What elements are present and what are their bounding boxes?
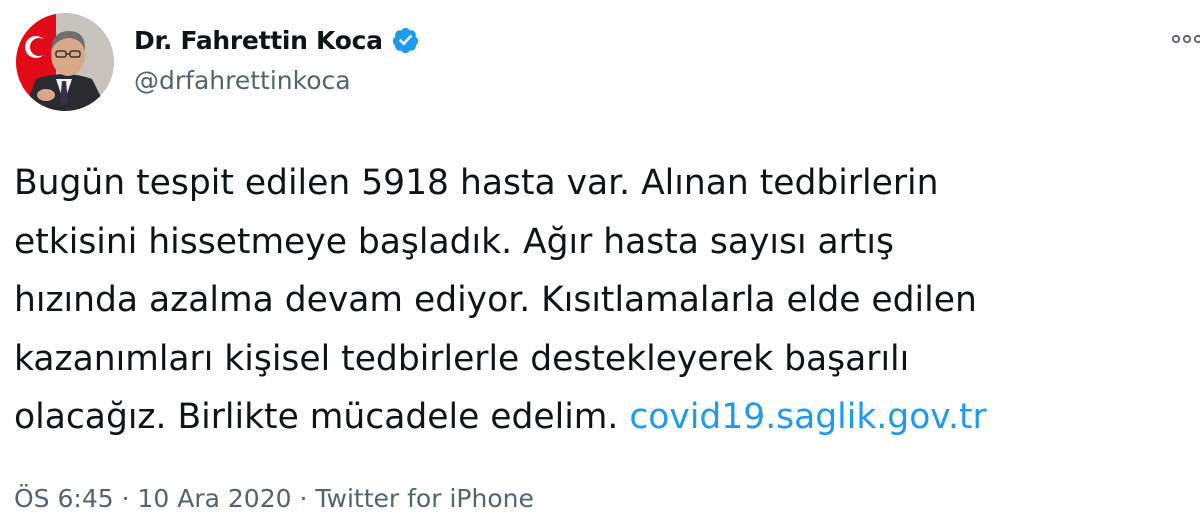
tweet-text-line: hızında azalma devam ediyor. Kısıtlamala…	[14, 280, 977, 320]
tweet-card: Dr. Fahrettin Koca @drfahrettinkoca Bugü…	[0, 0, 1200, 527]
tweet-source[interactable]: Twitter for iPhone	[315, 484, 533, 513]
author-name-row: Dr. Fahrettin Koca	[134, 26, 420, 55]
author-handle[interactable]: @drfahrettinkoca	[134, 66, 351, 95]
more-options-icon[interactable]	[1170, 28, 1200, 50]
tweet-text-line: Bugün tespit edilen 5918 hasta var. Alın…	[14, 163, 939, 203]
tweet-text-line-last: olacağız. Birlikte mücadele edelim. covi…	[14, 388, 1184, 447]
tweet-date[interactable]: 10 Ara 2020	[138, 484, 292, 513]
tweet-link[interactable]: covid19.saglik.gov.tr	[629, 397, 986, 437]
tweet-text-line: kazanımları kişisel tedbirlerle destekle…	[14, 338, 910, 379]
tweet-text-line: olacağız. Birlikte mücadele edelim.	[14, 397, 619, 437]
avatar-image	[16, 13, 114, 111]
tweet-text: Bugün tespit edilen 5918 hasta var. Alın…	[14, 154, 1184, 447]
tweet-meta: ÖS 6:45 · 10 Ara 2020 · Twitter for iPho…	[14, 484, 534, 513]
avatar[interactable]	[16, 13, 114, 111]
tweet-text-line: etkisini hissetmeye başladık. Ağır hasta…	[14, 221, 894, 262]
meta-separator: ·	[121, 484, 130, 513]
meta-separator: ·	[299, 484, 308, 513]
verified-badge-icon	[391, 26, 420, 55]
tweet-time[interactable]: ÖS 6:45	[14, 484, 114, 513]
author-display-name[interactable]: Dr. Fahrettin Koca	[134, 26, 383, 55]
